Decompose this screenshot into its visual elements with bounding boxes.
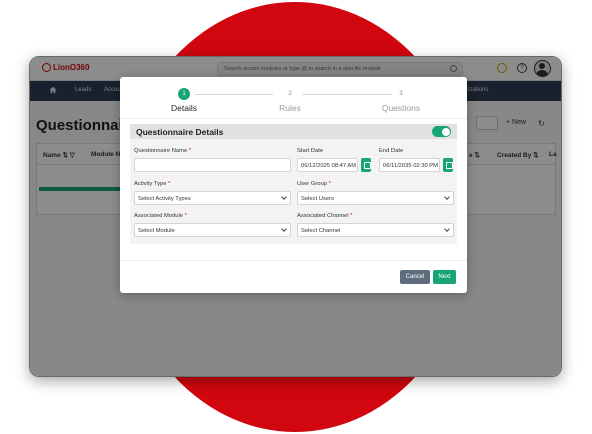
step-rules[interactable]: 2 Rules: [260, 88, 320, 113]
user-group-select[interactable]: Select Users: [297, 191, 454, 205]
stage: LionO360 Search across modules or type @…: [0, 0, 592, 434]
step-number: 1: [178, 88, 190, 100]
associated-channel-label: Associated Channel *: [297, 213, 353, 219]
start-date-label: Start Date: [297, 148, 324, 154]
step-label: Rules: [279, 103, 301, 113]
section-title: Questionnaire Details: [136, 127, 224, 137]
step-questions[interactable]: 3 Questions: [371, 88, 431, 113]
associated-module-label: Associated Module *: [134, 213, 187, 219]
chevron-down-icon: [281, 194, 287, 200]
section-header: Questionnaire Details: [130, 124, 457, 139]
user-group-label: User Group *: [297, 181, 331, 187]
step-label: Questions: [381, 103, 421, 113]
step-label: Details: [171, 103, 197, 113]
questionnaire-name-field[interactable]: [134, 158, 291, 172]
stepper: 1 Details 2 Rules 3 Questions: [120, 77, 467, 119]
chevron-down-icon: [444, 194, 450, 200]
chevron-down-icon: [281, 226, 287, 232]
activity-type-label: Activity Type *: [134, 181, 171, 187]
active-toggle[interactable]: [432, 126, 451, 137]
questionnaire-modal: 1 Details 2 Rules 3 Questions Questionna…: [120, 77, 467, 293]
modal-footer: Cancel Next: [120, 260, 467, 293]
associated-channel-select[interactable]: Select Channel: [297, 223, 454, 237]
start-date-field[interactable]: 06/12/2025 08:47 AM: [297, 158, 358, 172]
details-section: Questionnaire Details Questionnaire Name…: [130, 124, 457, 244]
associated-module-select[interactable]: Select Module: [134, 223, 291, 237]
end-date-field[interactable]: 06/11/2035 02:30 PM: [379, 158, 440, 172]
start-calendar-icon[interactable]: [361, 158, 371, 172]
end-calendar-icon[interactable]: [443, 158, 453, 172]
step-number: 3: [399, 91, 403, 97]
end-date-label: End Date: [379, 148, 404, 154]
step-number: 2: [288, 91, 292, 97]
chevron-down-icon: [444, 226, 450, 232]
step-details[interactable]: 1 Details: [154, 88, 214, 113]
next-button[interactable]: Next: [433, 270, 456, 284]
activity-type-select[interactable]: Select Activity Types: [134, 191, 291, 205]
cancel-button[interactable]: Cancel: [400, 270, 430, 284]
name-label: Questionnaire Name *: [134, 148, 192, 154]
